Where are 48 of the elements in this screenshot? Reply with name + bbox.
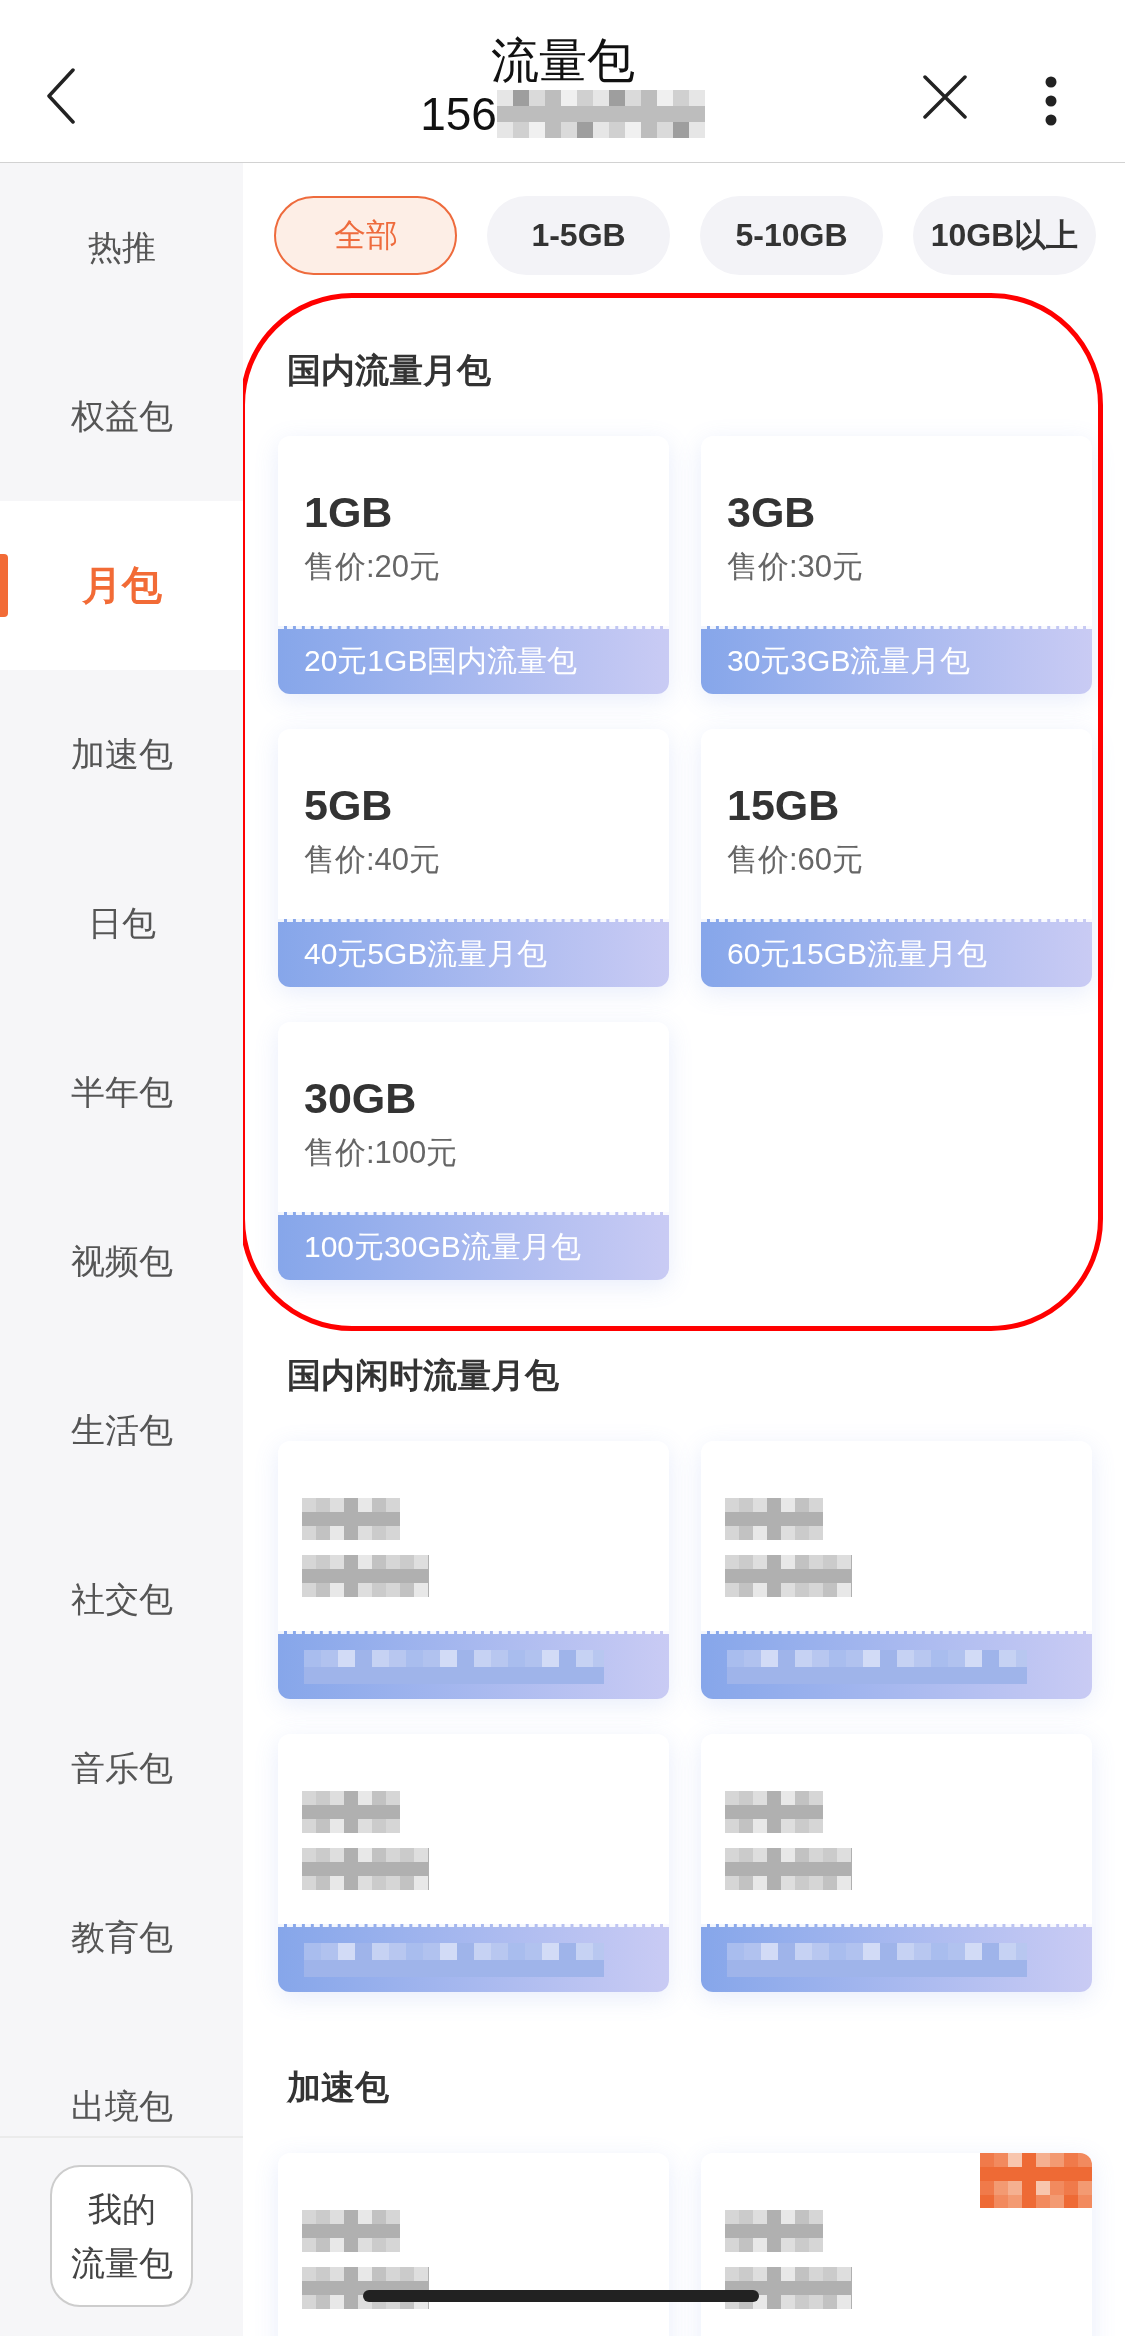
package-card[interactable]: 1GB 售价:20元 20元1GB国内流量包 xyxy=(278,436,669,694)
package-card[interactable]: 5GB 售价:40元 40元5GB流量月包 xyxy=(278,729,669,987)
sidebar-item[interactable]: 生活包 xyxy=(0,1346,243,1515)
sidebar-item[interactable]: 半年包 xyxy=(0,1008,243,1177)
price-text: 售价:40元 xyxy=(304,841,442,879)
filter-chip[interactable]: 10GB以上 xyxy=(913,196,1096,275)
sidebar-item[interactable]: 日包 xyxy=(0,839,243,1008)
price-text: 售价:100元 xyxy=(304,1134,459,1172)
selection-indicator xyxy=(0,554,8,617)
package-name-banner: 30元3GB流量月包 xyxy=(701,626,1092,694)
page-title: 流量包 xyxy=(490,33,635,89)
package-name-banner: 40元5GB流量月包 xyxy=(278,919,669,987)
data-amount: 15GB xyxy=(727,780,841,830)
close-icon xyxy=(923,75,967,119)
package-name-banner: 60元15GB流量月包 xyxy=(701,919,1092,987)
phone-number: 156 xyxy=(420,89,497,139)
sidebar-item[interactable]: 加速包 xyxy=(0,670,243,839)
package-card[interactable]: 3GB 售价:30元 30元3GB流量月包 xyxy=(701,436,1092,694)
filter-chip[interactable]: 5-10GB xyxy=(700,196,883,275)
package-card[interactable]: 15GB 售价:60元 60元15GB流量月包 xyxy=(701,729,1092,987)
price-text: 售价:60元 xyxy=(727,841,865,879)
sidebar-item[interactable]: 权益包 xyxy=(0,332,243,501)
filter-chip[interactable]: 1-5GB xyxy=(487,196,670,275)
data-amount: 30GB xyxy=(304,1073,418,1123)
more-button[interactable] xyxy=(1045,76,1057,126)
sidebar-item[interactable]: 教育包 xyxy=(0,1853,243,2022)
my-packages-button[interactable]: 我的 流量包 xyxy=(50,2165,193,2307)
back-icon xyxy=(46,68,76,124)
sidebar-item[interactable]: 社交包 xyxy=(0,1515,243,1684)
sidebar-item[interactable]: 热推 xyxy=(0,163,243,332)
data-amount: 5GB xyxy=(304,780,394,830)
sidebar-item[interactable]: 音乐包 xyxy=(0,1684,243,1853)
package-name-banner: 20元1GB国内流量包 xyxy=(278,626,669,694)
more-icon xyxy=(1045,76,1057,126)
package-card[interactable]: 30GB 售价:100元 100元30GB流量月包 xyxy=(278,1022,669,1280)
package-name-banner: 100元30GB流量月包 xyxy=(278,1212,669,1280)
package-card[interactable] xyxy=(278,2153,669,2336)
sidebar-item[interactable]: 视频包 xyxy=(0,1177,243,1346)
data-amount: 1GB xyxy=(304,487,394,537)
section-title: 国内闲时流量月包 xyxy=(287,1355,559,1396)
price-text: 售价:30元 xyxy=(727,548,865,586)
section-title: 加速包 xyxy=(287,2067,389,2108)
close-button[interactable] xyxy=(923,75,967,119)
back-button[interactable] xyxy=(46,68,76,124)
data-amount: 3GB xyxy=(727,487,817,537)
price-text: 售价:20元 xyxy=(304,548,442,586)
section-title: 国内流量月包 xyxy=(287,350,491,391)
sidebar-item[interactable]: 出境包 xyxy=(0,2022,243,2136)
